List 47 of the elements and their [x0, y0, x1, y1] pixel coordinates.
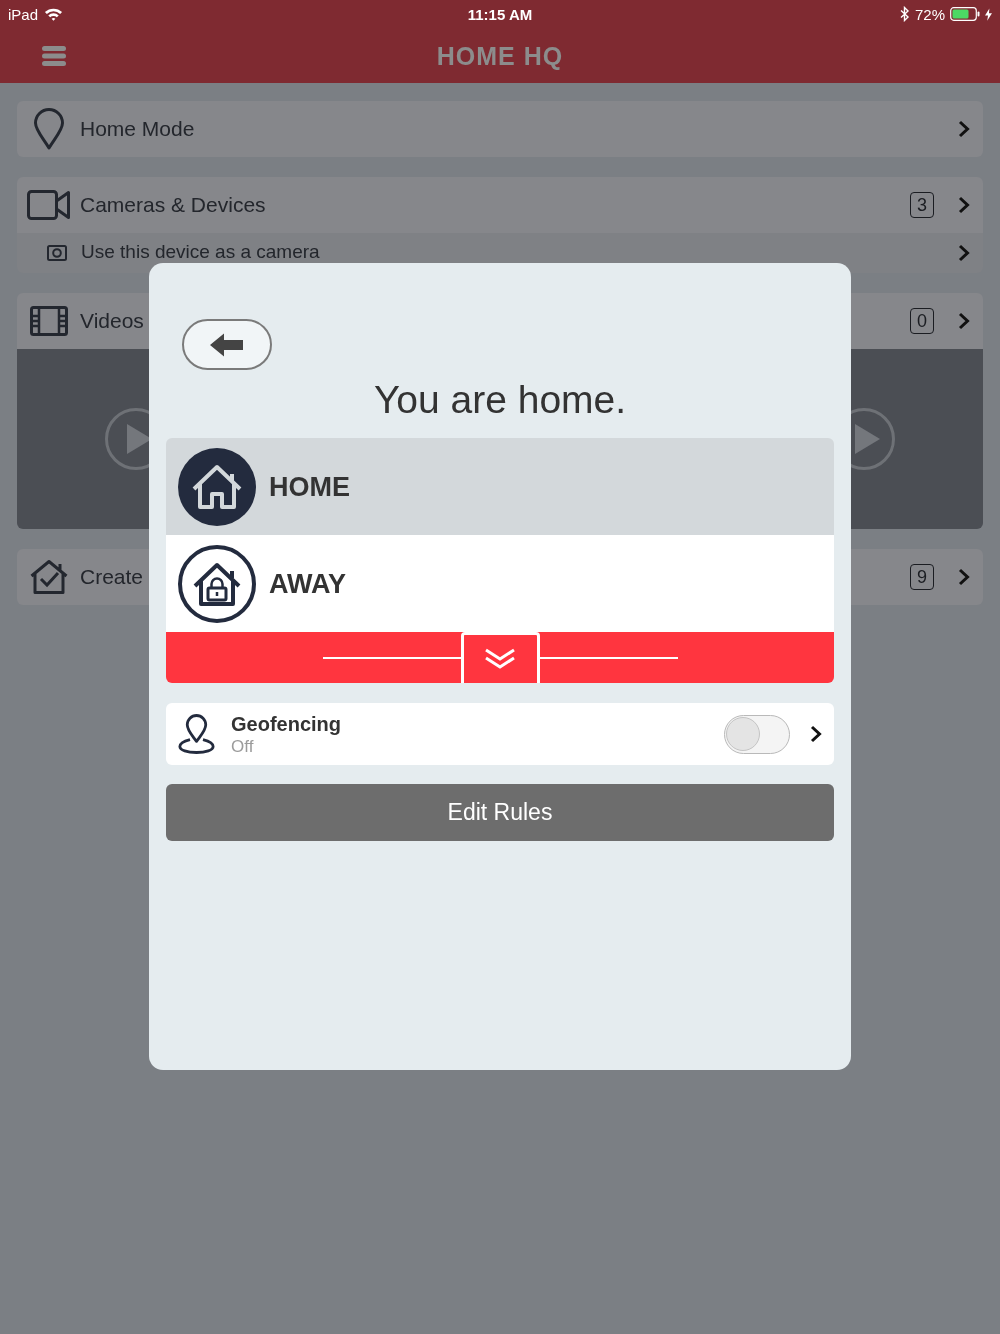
carrier-label: iPad	[8, 5, 39, 23]
chevron-right-icon	[958, 312, 970, 330]
double-chevron-down-icon	[484, 647, 516, 671]
charging-bolt-icon	[985, 7, 992, 21]
back-arrow-icon	[210, 332, 244, 357]
menu-row-label: Cameras & Devices	[80, 193, 266, 217]
nav-title: HOME HQ	[436, 40, 564, 71]
location-pin-icon	[178, 713, 215, 755]
chevron-right-icon	[958, 196, 970, 214]
menu-row[interactable]: Home Mode	[17, 101, 983, 157]
camera-icon	[47, 245, 67, 261]
geofencing-row[interactable]: Geofencing Off	[166, 703, 834, 765]
house-lock-icon	[177, 543, 257, 624]
bluetooth-icon	[899, 6, 910, 22]
menu-sub-row-label: Use this device as a camera	[81, 241, 320, 262]
menu-icon	[42, 46, 66, 66]
status-time: 11:15 AM	[467, 5, 533, 23]
chevron-right-icon	[810, 725, 822, 743]
expand-handle[interactable]	[460, 632, 540, 683]
film-strip-icon	[30, 306, 68, 336]
wifi-icon	[44, 7, 64, 21]
edit-rules-button[interactable]: Edit Rules	[166, 784, 834, 841]
count-badge: 9	[910, 564, 934, 590]
geofencing-title: Geofencing	[231, 711, 341, 736]
location-pin-icon	[33, 108, 65, 150]
dialog-title: You are home.	[373, 378, 627, 422]
mode-label: HOME	[269, 470, 350, 503]
menu-row-label: Videos	[80, 309, 144, 333]
menu-row[interactable]: Cameras & Devices 3	[17, 177, 983, 233]
house-icon	[177, 446, 257, 527]
chevron-right-icon	[958, 120, 970, 138]
menu-row-label: Create	[80, 565, 144, 589]
house-check-icon	[29, 559, 69, 595]
count-badge: 0	[910, 308, 934, 334]
chevron-right-icon	[958, 568, 970, 586]
count-badge: 3	[910, 192, 934, 218]
battery-icon	[950, 7, 980, 21]
geofencing-toggle[interactable]	[724, 714, 790, 754]
mode-label: AWAY	[269, 567, 347, 600]
geofencing-status: Off	[231, 735, 254, 757]
video-camera-icon	[27, 190, 71, 220]
battery-percent: 72%	[914, 5, 945, 23]
back-button[interactable]	[182, 319, 272, 370]
chevron-right-icon	[958, 244, 970, 262]
mode-option[interactable]: AWAY	[166, 535, 834, 632]
mode-option[interactable]: HOME	[166, 438, 834, 535]
menu-row-label: Home Mode	[80, 117, 195, 141]
